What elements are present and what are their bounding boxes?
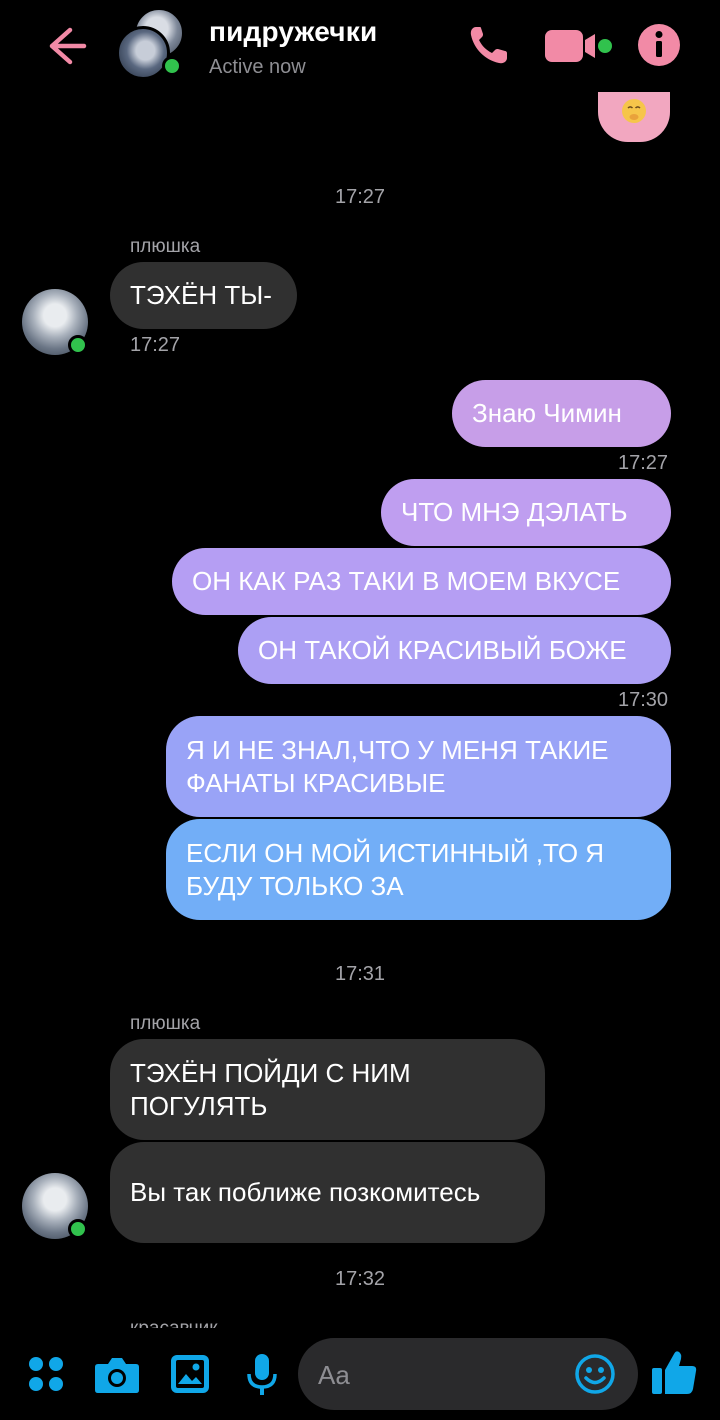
message-text: ЕСЛИ ОН МОЙ ИСТИННЫЙ ,ТО Я БУДУ ТОЛЬКО З…: [186, 837, 605, 901]
outgoing-message[interactable]: ОН ТАКОЙ КРАСИВЫЙ БОЖЕ: [238, 617, 671, 684]
message-time: 17:30: [618, 689, 669, 711]
message-list[interactable]: 17:27 плюшка ТЭХЁН ТЫ- 17:27 Знаю Чимин …: [0, 92, 720, 1328]
online-indicator: [68, 1219, 88, 1239]
message-text: Вы так поближе позкомитесь: [130, 1177, 481, 1207]
outgoing-message[interactable]: ОН КАК РАЗ ТАКИ В МОЕМ ВКУСЕ: [172, 548, 671, 615]
thumbs-up-icon[interactable]: [650, 1348, 698, 1396]
message-text: ЧТО МНЭ ДЭЛАТЬ: [401, 497, 628, 527]
sender-name: плюшка: [130, 236, 201, 257]
online-indicator: [162, 56, 182, 76]
emoji-icon[interactable]: [574, 1353, 616, 1395]
message-time: 17:27: [130, 334, 181, 356]
outgoing-message[interactable]: ЕСЛИ ОН МОЙ ИСТИННЫЙ ,ТО Я БУДУ ТОЛЬКО З…: [166, 819, 671, 920]
timestamp: 17:27: [334, 186, 386, 208]
sender-avatar[interactable]: [22, 1173, 88, 1239]
phone-call-icon[interactable]: [466, 22, 512, 68]
online-indicator: [68, 335, 88, 355]
message-input-placeholder: Aa: [318, 1360, 350, 1390]
message-text: Я И НЕ ЗНАЛ,ЧТО У МЕНЯ ТАКИЕ ФАНАТЫ КРАС…: [186, 734, 609, 798]
previous-outgoing-bubble[interactable]: [598, 92, 670, 142]
timestamp: 17:31: [334, 963, 386, 985]
message-text: ТЭХЁН ПОЙДИ С НИМ ПОГУЛЯТЬ: [130, 1057, 411, 1121]
sender-name: плюшка: [130, 1013, 201, 1034]
outgoing-message[interactable]: Я И НЕ ЗНАЛ,ЧТО У МЕНЯ ТАКИЕ ФАНАТЫ КРАС…: [166, 716, 671, 817]
incoming-message[interactable]: ТЭХЁН ТЫ-: [110, 262, 297, 329]
message-text: ОН КАК РАЗ ТАКИ В МОЕМ ВКУСЕ: [192, 566, 621, 596]
camera-icon[interactable]: [94, 1354, 140, 1394]
sender-name: красавчик: [130, 1318, 218, 1328]
more-actions-icon[interactable]: [28, 1356, 64, 1392]
group-avatar-photo-1: [116, 26, 170, 80]
outgoing-message[interactable]: Знаю Чимин: [452, 380, 671, 447]
chat-status: Active now: [209, 56, 306, 78]
message-text: Знаю Чимин: [472, 398, 622, 428]
info-icon[interactable]: [636, 22, 682, 68]
chat-title[interactable]: пидружечки: [209, 16, 377, 48]
chat-header: пидружечки Active now: [0, 0, 720, 92]
timestamp: 17:32: [334, 1268, 386, 1290]
gallery-icon[interactable]: [170, 1354, 210, 1394]
microphone-icon[interactable]: [246, 1352, 278, 1398]
shushing-face-emoji-icon: [622, 99, 646, 123]
incoming-message[interactable]: ТЭХЁН ПОЙДИ С НИМ ПОГУЛЯТЬ: [110, 1039, 545, 1140]
message-time: 17:27: [618, 452, 669, 474]
message-text: ОН ТАКОЙ КРАСИВЫЙ БОЖЕ: [258, 635, 627, 665]
message-input[interactable]: Aa: [298, 1338, 638, 1410]
video-call-icon[interactable]: [543, 26, 615, 66]
sender-avatar[interactable]: [22, 289, 88, 355]
message-composer: Aa: [0, 1328, 720, 1420]
message-text: ТЭХЁН ТЫ-: [130, 280, 272, 310]
incoming-message[interactable]: Вы так поближе позкомитесь: [110, 1142, 545, 1243]
group-avatar[interactable]: [116, 8, 188, 80]
back-arrow-icon[interactable]: [40, 20, 92, 72]
outgoing-message[interactable]: ЧТО МНЭ ДЭЛАТЬ: [381, 479, 671, 546]
